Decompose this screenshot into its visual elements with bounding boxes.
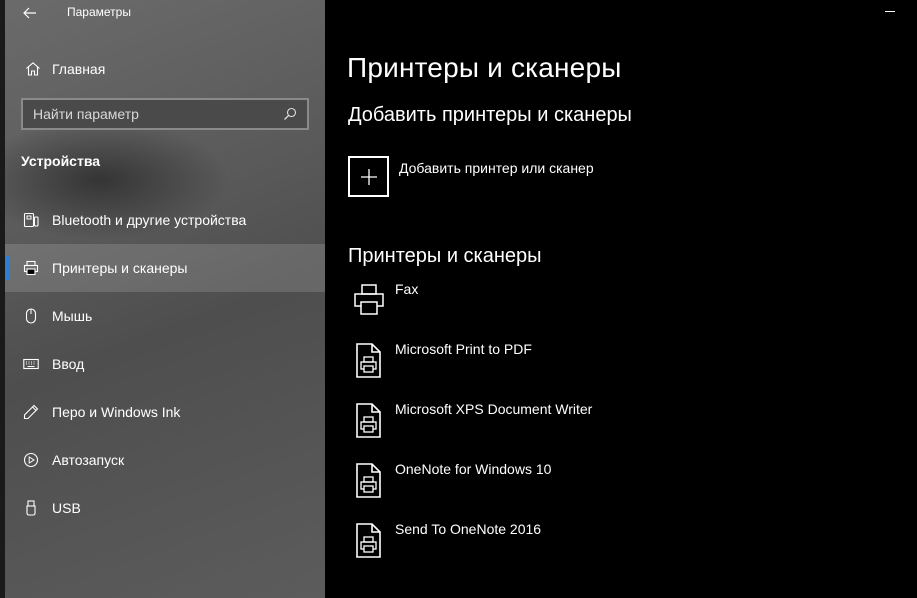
arrow-left-icon bbox=[23, 7, 36, 19]
nav-item-pen[interactable]: Перо и Windows Ink bbox=[5, 388, 325, 436]
nav-item-printers[interactable]: Принтеры и сканеры bbox=[5, 244, 325, 292]
fax-printer-icon bbox=[354, 284, 384, 315]
printer-item-onenote-2016[interactable]: Send To OneNote 2016 bbox=[348, 520, 908, 580]
mouse-icon bbox=[25, 308, 37, 324]
nav-item-bluetooth[interactable]: Bluetooth и другие устройства bbox=[5, 196, 325, 244]
nav-item-autoplay[interactable]: Автозапуск bbox=[5, 436, 325, 484]
nav-item-typing[interactable]: Ввод bbox=[5, 340, 325, 388]
home-link[interactable]: Главная bbox=[14, 52, 314, 86]
document-printer-icon bbox=[356, 403, 381, 438]
home-icon bbox=[26, 62, 40, 76]
nav-item-label: USB bbox=[52, 500, 81, 516]
pen-icon bbox=[23, 404, 39, 420]
printer-item-onenote-win10[interactable]: OneNote for Windows 10 bbox=[348, 460, 908, 520]
navigation-pane: Параметры Главная Найти параметр Устройс… bbox=[0, 0, 325, 598]
search-placeholder: Найти параметр bbox=[33, 106, 139, 122]
nav-list: Bluetooth и другие устройства Принтеры и… bbox=[5, 196, 325, 532]
printer-item-fax[interactable]: Fax bbox=[348, 280, 908, 340]
printer-icon bbox=[23, 260, 39, 276]
nav-item-mouse[interactable]: Мышь bbox=[5, 292, 325, 340]
add-printer-label: Добавить принтер или сканер bbox=[399, 160, 594, 176]
printer-name: Fax bbox=[395, 281, 419, 297]
printer-name: Send To OneNote 2016 bbox=[395, 521, 542, 537]
nav-item-label: Автозапуск bbox=[52, 452, 125, 468]
search-icon bbox=[284, 107, 297, 120]
minimize-button[interactable] bbox=[875, 4, 905, 20]
printers-section-title: Принтеры и сканеры bbox=[348, 245, 542, 267]
search-input[interactable]: Найти параметр bbox=[21, 98, 309, 130]
autoplay-icon bbox=[23, 452, 39, 468]
printer-item-xps[interactable]: Microsoft XPS Document Writer bbox=[348, 400, 908, 460]
nav-item-label: Мышь bbox=[52, 308, 93, 324]
document-printer-icon bbox=[356, 523, 381, 558]
content-pane: Принтеры и сканеры Добавить принтеры и с… bbox=[325, 0, 917, 598]
search-button[interactable] bbox=[281, 105, 299, 123]
usb-icon bbox=[26, 500, 36, 516]
title-bar: Параметры bbox=[0, 0, 325, 26]
add-printer-button[interactable]: Добавить принтер или сканер bbox=[348, 156, 594, 198]
bluetooth-devices-icon bbox=[23, 212, 39, 228]
printer-item-pdf[interactable]: Microsoft Print to PDF bbox=[348, 340, 908, 400]
printer-name: OneNote for Windows 10 bbox=[395, 461, 552, 477]
nav-item-label: Перо и Windows Ink bbox=[52, 404, 181, 420]
printer-name: Microsoft Print to PDF bbox=[395, 341, 532, 357]
minimize-icon bbox=[885, 11, 895, 12]
plus-icon bbox=[360, 168, 377, 185]
nav-item-label: Bluetooth и другие устройства bbox=[52, 212, 247, 228]
printer-name: Microsoft XPS Document Writer bbox=[395, 401, 593, 417]
section-title: Устройства bbox=[21, 153, 101, 169]
keyboard-icon bbox=[23, 358, 39, 370]
home-label: Главная bbox=[52, 61, 106, 77]
page-title: Принтеры и сканеры bbox=[347, 52, 622, 83]
add-section-title: Добавить принтеры и сканеры bbox=[348, 104, 632, 126]
app-title: Параметры bbox=[67, 5, 131, 19]
document-printer-icon bbox=[356, 463, 381, 498]
add-box bbox=[348, 156, 389, 197]
selection-indicator bbox=[5, 256, 9, 280]
printers-list: Fax Microsoft Print to PDF Microsoft XPS… bbox=[348, 280, 908, 580]
document-printer-icon bbox=[356, 343, 381, 378]
back-button[interactable] bbox=[16, 2, 44, 24]
nav-item-label: Ввод bbox=[52, 356, 85, 372]
nav-item-usb[interactable]: USB bbox=[5, 484, 325, 532]
nav-item-label: Принтеры и сканеры bbox=[52, 260, 188, 276]
